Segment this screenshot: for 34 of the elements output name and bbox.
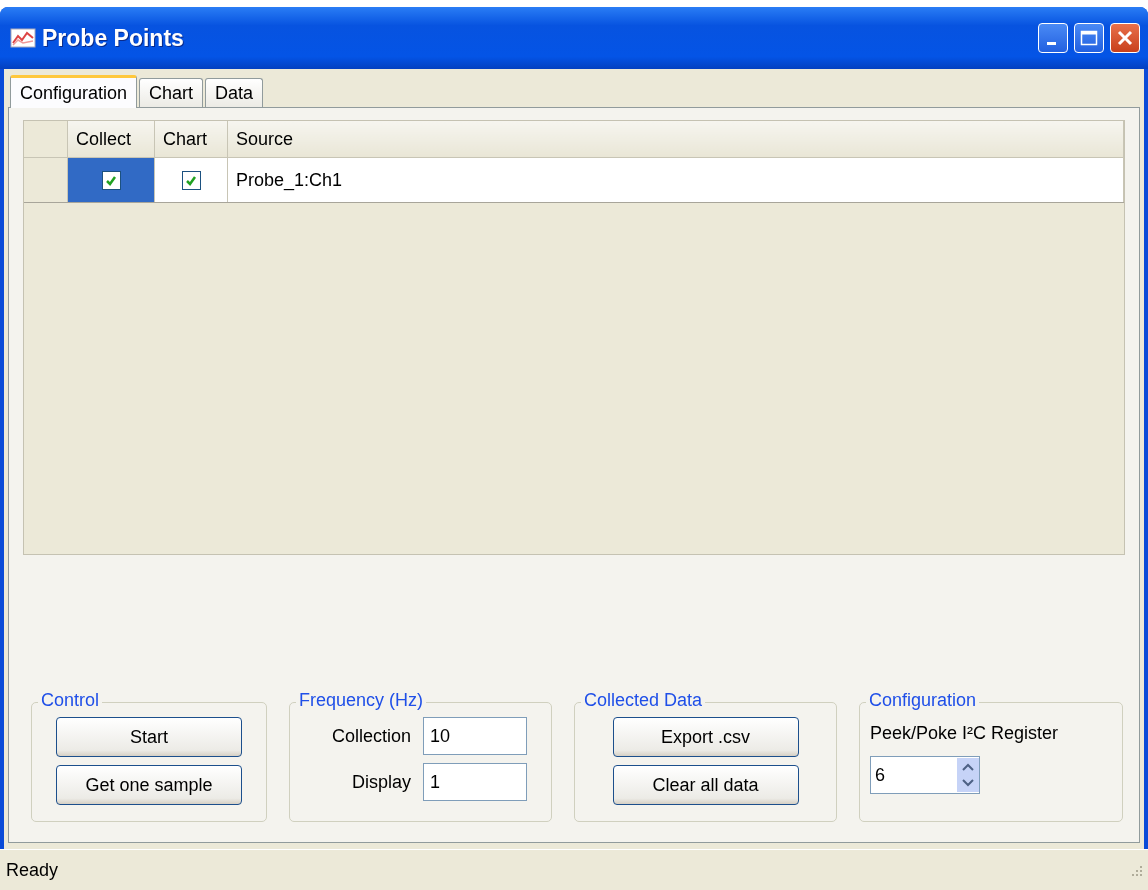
spinner-field[interactable]: 6	[870, 756, 980, 794]
window-title: Probe Points	[42, 24, 185, 52]
input-field[interactable]: 1	[423, 763, 527, 801]
selected-cell[interactable]	[67, 157, 155, 203]
minimize-icon	[1046, 41, 1056, 45]
maximize-button[interactable]	[1074, 23, 1104, 53]
chart-icon	[10, 27, 36, 49]
checkmark-icon	[185, 175, 197, 187]
button[interactable]: Start	[56, 717, 242, 757]
field-label: Collection	[331, 725, 411, 747]
close-button[interactable]	[1110, 23, 1140, 53]
close-icon	[1116, 29, 1134, 47]
status-text: Ready	[6, 859, 60, 881]
tab[interactable]: Configuration	[10, 75, 138, 108]
checkbox[interactable]	[181, 171, 201, 191]
button[interactable]: Get one sample	[56, 765, 242, 805]
table-cell: Probe_1:Ch1	[227, 157, 1124, 203]
spin-arrows-icon[interactable]	[957, 758, 979, 792]
column-header[interactable]: Chart	[154, 121, 228, 158]
column-header[interactable]: Source	[227, 121, 1124, 158]
tab[interactable]: Chart	[139, 78, 204, 107]
minimize-button[interactable]	[1038, 23, 1068, 53]
button[interactable]: Clear all data	[612, 765, 799, 805]
group-title: Configuration	[866, 690, 980, 711]
checkmark-icon	[105, 175, 117, 187]
field-label: Peek/Poke I²C Register	[870, 723, 1059, 744]
input-field[interactable]: 10	[423, 717, 527, 755]
field-label: Display	[351, 771, 411, 793]
maximize-icon	[1080, 30, 1098, 46]
button[interactable]: Export .csv	[612, 717, 799, 757]
tab[interactable]: Data	[205, 78, 264, 107]
column-header[interactable]: Collect	[67, 121, 155, 158]
group-title: Frequency (Hz)	[296, 690, 427, 711]
checkbox[interactable]	[101, 171, 121, 191]
